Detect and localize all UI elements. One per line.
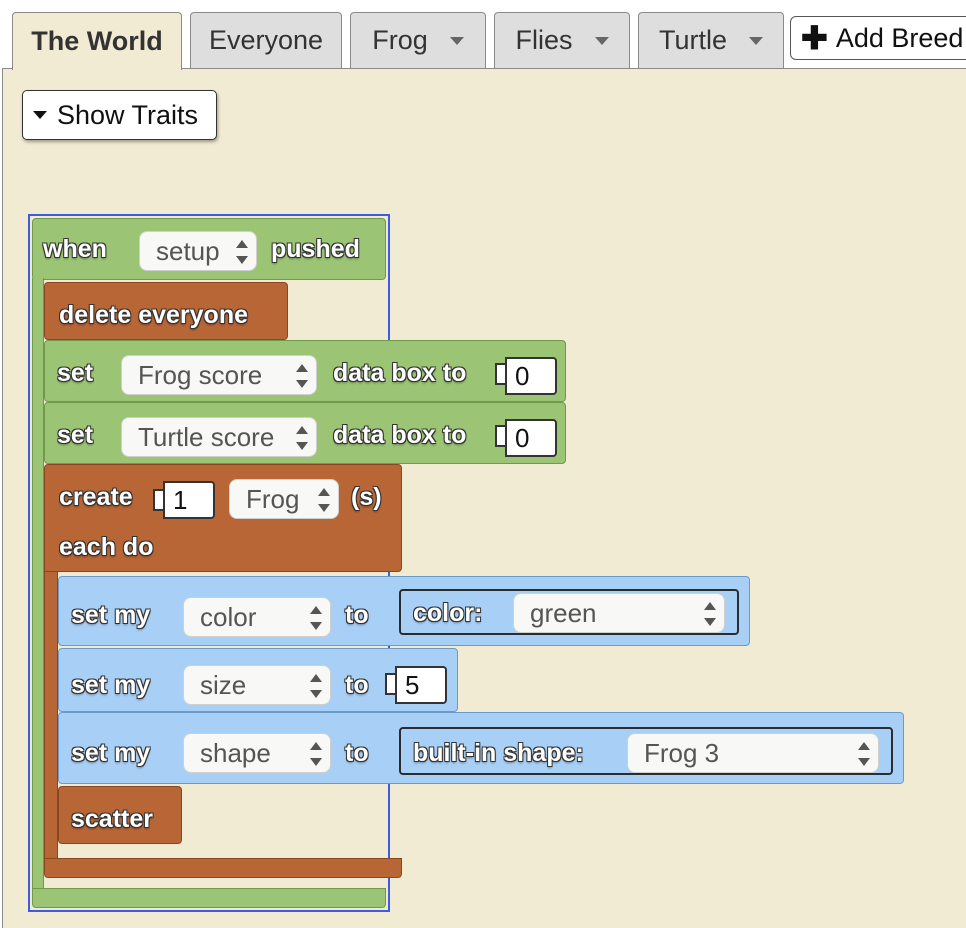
chevron-down-icon[interactable] xyxy=(450,37,464,45)
built-in-shape-label: built-in shape: xyxy=(413,739,584,768)
set-data-box-block[interactable]: set Turtle score data box to 0 xyxy=(44,402,566,464)
tab-label: Frog xyxy=(372,25,428,56)
color-value-block[interactable]: color: green xyxy=(399,589,739,635)
data-box-dropdown[interactable]: Frog score xyxy=(121,355,317,395)
to-label: to xyxy=(345,739,369,768)
data-box-to-label: data box to xyxy=(333,359,466,388)
property-dropdown[interactable]: shape xyxy=(183,733,331,773)
color-value: green xyxy=(530,598,597,629)
set-my-block[interactable]: set my color to color: green xyxy=(58,576,750,646)
property-dropdown[interactable]: color xyxy=(183,597,331,637)
event-value: setup xyxy=(156,236,220,267)
scatter-block[interactable]: scatter xyxy=(58,786,182,844)
up-down-icon xyxy=(296,364,308,388)
scatter-label: scatter xyxy=(71,805,153,834)
shape-dropdown[interactable]: Frog 3 xyxy=(627,733,879,773)
create-block-footer xyxy=(44,858,402,878)
tab-turtle[interactable]: Turtle xyxy=(638,12,784,68)
property-value: color xyxy=(200,602,256,633)
property-dropdown[interactable]: size xyxy=(183,665,331,705)
tab-everyone[interactable]: Everyone xyxy=(190,12,342,68)
tab-the-world[interactable]: The World xyxy=(12,12,182,70)
create-each-do-block[interactable]: create 1 Frog (s) each do xyxy=(44,464,402,572)
data-box-value: Turtle score xyxy=(138,422,274,453)
data-box-value: Frog score xyxy=(138,360,262,391)
up-down-icon xyxy=(310,606,322,630)
create-label: create xyxy=(59,483,133,512)
tab-label: The World xyxy=(31,26,163,57)
set-my-label: set my xyxy=(71,739,150,768)
value-input[interactable]: 0 xyxy=(505,357,557,395)
when-pushed-block[interactable]: when setup pushed xyxy=(32,218,386,280)
data-box-dropdown[interactable]: Turtle score xyxy=(121,417,317,457)
show-traits-label: Show Traits xyxy=(57,100,198,131)
chevron-down-icon[interactable] xyxy=(749,37,763,45)
shape-value-block[interactable]: built-in shape: Frog 3 xyxy=(399,727,893,775)
up-down-icon xyxy=(310,742,322,766)
count-text: 1 xyxy=(173,485,187,516)
property-value: shape xyxy=(200,738,271,769)
breed-dropdown[interactable]: Frog xyxy=(229,479,339,519)
set-label: set xyxy=(57,359,93,388)
set-my-block[interactable]: set my shape to built-in shape: Frog 3 xyxy=(58,712,904,784)
set-label: set xyxy=(57,421,93,450)
count-input[interactable]: 1 xyxy=(163,481,215,519)
pushed-label: pushed xyxy=(271,235,360,264)
shape-value: Frog 3 xyxy=(644,738,719,769)
to-label: to xyxy=(345,601,369,630)
data-box-to-label: data box to xyxy=(333,421,466,450)
up-down-icon xyxy=(310,674,322,698)
tab-label: Turtle xyxy=(659,25,727,56)
when-block-footer xyxy=(32,888,386,908)
triangle-down-icon xyxy=(33,111,47,119)
chevron-down-icon[interactable] xyxy=(595,37,609,45)
each-do-label: each do xyxy=(59,533,153,562)
show-traits-button[interactable]: Show Traits xyxy=(22,90,217,140)
set-my-label: set my xyxy=(71,671,150,700)
up-down-icon xyxy=(318,488,330,512)
color-dropdown[interactable]: green xyxy=(513,593,725,633)
up-down-icon xyxy=(858,742,870,766)
up-down-icon xyxy=(296,426,308,450)
plus-icon: ✚ xyxy=(801,22,828,54)
value-text: 0 xyxy=(515,423,529,454)
color-label: color: xyxy=(413,599,482,628)
tab-label: Flies xyxy=(515,25,572,56)
tab-frog[interactable]: Frog xyxy=(350,12,486,68)
size-value: 5 xyxy=(405,670,419,701)
property-value: size xyxy=(200,670,246,701)
value-input[interactable]: 0 xyxy=(505,419,557,457)
tab-label: Everyone xyxy=(209,25,323,56)
create-block-rail xyxy=(44,570,58,862)
to-label: to xyxy=(345,671,369,700)
add-breed-label: Add Breed xyxy=(836,23,964,54)
breed-value: Frog xyxy=(246,484,299,515)
set-my-label: set my xyxy=(71,601,150,630)
delete-everyone-label: delete everyone xyxy=(59,301,248,330)
add-breed-button[interactable]: ✚ Add Breed xyxy=(790,16,966,60)
when-label: when xyxy=(43,235,107,264)
value-text: 0 xyxy=(515,361,529,392)
up-down-icon xyxy=(236,240,248,264)
set-data-box-block[interactable]: set Frog score data box to 0 xyxy=(44,340,566,402)
plural-label: (s) xyxy=(351,483,382,512)
delete-everyone-block[interactable]: delete everyone xyxy=(44,282,288,340)
up-down-icon xyxy=(704,602,716,626)
event-dropdown[interactable]: setup xyxy=(139,231,257,271)
tab-flies[interactable]: Flies xyxy=(494,12,630,68)
when-block-rail xyxy=(32,278,44,890)
set-my-block[interactable]: set my size to 5 xyxy=(58,648,458,712)
size-input[interactable]: 5 xyxy=(395,666,447,704)
